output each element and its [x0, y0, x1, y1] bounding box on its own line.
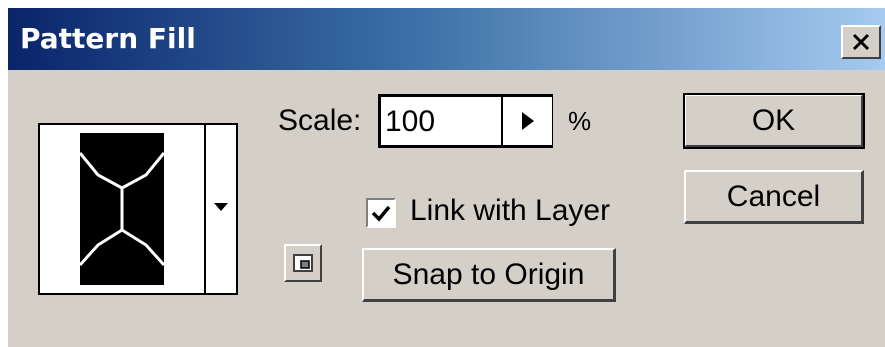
close-button[interactable] — [841, 25, 881, 59]
snap-to-origin-button[interactable]: Snap to Origin — [362, 248, 616, 302]
triangle-right-icon — [521, 112, 534, 130]
dropdown-arrow-icon — [214, 203, 228, 211]
link-with-layer-label[interactable]: Link with Layer — [410, 194, 610, 228]
scale-label: Scale: — [278, 104, 362, 137]
ok-button[interactable]: OK — [683, 93, 865, 149]
dialog-title: Pattern Fill — [20, 22, 196, 55]
picker-dropdown-button[interactable] — [212, 199, 230, 215]
scale-field — [378, 94, 553, 148]
close-icon — [852, 33, 870, 51]
checkmark-icon — [371, 205, 391, 222]
create-preset-button[interactable] — [284, 244, 322, 282]
link-with-layer-checkbox[interactable] — [366, 198, 396, 228]
scale-input[interactable] — [385, 105, 495, 139]
pattern-swatch — [80, 133, 164, 285]
scale-unit: % — [568, 106, 592, 136]
title-bar[interactable]: Pattern Fill — [8, 8, 885, 70]
pattern-picker[interactable] — [38, 123, 238, 295]
picker-divider — [204, 125, 206, 293]
scale-slider-button[interactable] — [501, 97, 552, 145]
pattern-fill-dialog: Pattern Fill Scale: % OK Ca — [8, 8, 885, 347]
cancel-button[interactable]: Cancel — [684, 170, 864, 224]
create-preset-icon — [293, 254, 313, 272]
